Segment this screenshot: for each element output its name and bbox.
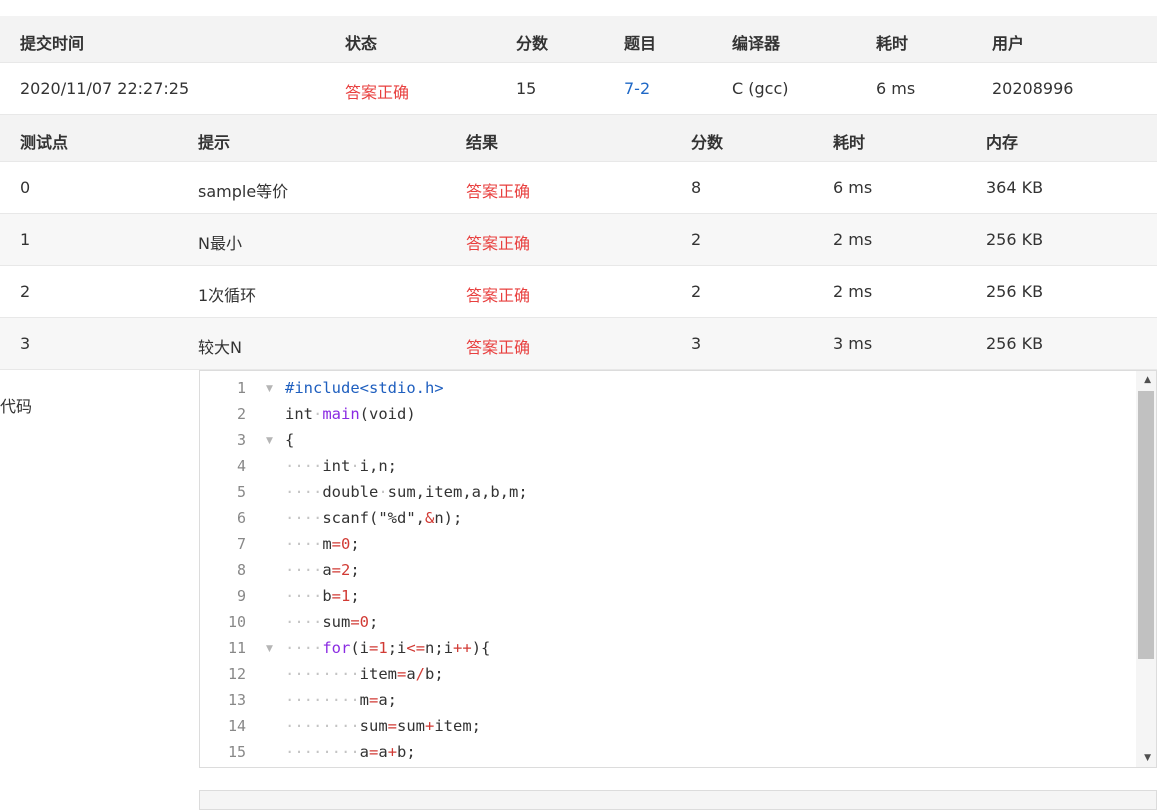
submission-header-row: 提交时间 状态 分数 题目 编译器 耗时 用户 xyxy=(0,16,1157,63)
header-problem: 题目 xyxy=(624,34,657,53)
status-badge: 答案正确 xyxy=(345,83,410,102)
code-line[interactable]: ····double·sum,item,a,b,m; xyxy=(285,483,528,501)
user-id: 20208996 xyxy=(992,79,1074,98)
header-user: 用户 xyxy=(992,34,1025,53)
submission-row: 2020/11/07 22:27:25 答案正确 15 7-2 C (gcc) … xyxy=(0,63,1157,115)
testcase-hint: 1次循环 xyxy=(198,286,257,305)
table-row: 3 较大N 答案正确 3 3 ms 256 KB xyxy=(0,318,1157,370)
line-number: 6 xyxy=(236,509,246,527)
testcase-score: 8 xyxy=(691,178,702,197)
testcase-memory: 256 KB xyxy=(986,334,1044,353)
table-row: 2 1次循环 答案正确 2 2 ms 256 KB xyxy=(0,266,1157,318)
header-memory: 内存 xyxy=(986,133,1019,152)
header-compiler: 编译器 xyxy=(732,34,781,53)
testcase-result: 答案正确 xyxy=(466,182,531,201)
code-line[interactable]: ········a=a+b; xyxy=(285,743,416,761)
testcase-header-row: 测试点 提示 结果 分数 耗时 内存 xyxy=(0,115,1157,162)
line-number: 9 xyxy=(236,587,246,605)
vertical-scrollbar[interactable]: ▲ ▼ xyxy=(1136,371,1156,767)
scroll-down-icon[interactable]: ▼ xyxy=(1144,753,1151,763)
fold-toggle-icon[interactable]: ▼ xyxy=(266,644,273,654)
problem-link[interactable]: 7-2 xyxy=(624,79,650,98)
testcase-memory: 364 KB xyxy=(986,178,1044,197)
line-number: 10 xyxy=(227,613,246,631)
testcase-memory: 256 KB xyxy=(986,282,1044,301)
header-status: 状态 xyxy=(345,34,378,53)
testcase-hint: 较大N xyxy=(198,338,242,357)
fold-toggle-icon[interactable]: ▼ xyxy=(266,436,273,446)
table-row: 0 sample等价 答案正确 8 6 ms 364 KB xyxy=(0,162,1157,214)
code-line[interactable]: ····for(i=1;i<=n;i++){ xyxy=(285,639,490,657)
header-result: 结果 xyxy=(466,133,499,152)
line-number: 1 xyxy=(236,379,246,397)
code-line[interactable]: #include<stdio.h> xyxy=(285,379,444,397)
scrollbar-thumb[interactable] xyxy=(1138,391,1154,659)
line-number: 15 xyxy=(227,743,246,761)
testcase-memory: 256 KB xyxy=(986,230,1044,249)
submission-score: 15 xyxy=(516,79,537,98)
testcase-table: 测试点 提示 结果 分数 耗时 内存 0 sample等价 答案正确 8 6 m… xyxy=(0,115,1157,370)
testcase-result: 答案正确 xyxy=(466,338,531,357)
testcase-result: 答案正确 xyxy=(466,234,531,253)
submission-table: 提交时间 状态 分数 题目 编译器 耗时 用户 2020/11/07 22:27… xyxy=(0,16,1157,115)
testcase-time: 6 ms xyxy=(833,178,873,197)
scroll-up-icon[interactable]: ▲ xyxy=(1144,375,1151,385)
code-line[interactable]: ········m=a; xyxy=(285,691,397,709)
table-row: 1 N最小 答案正确 2 2 ms 256 KB xyxy=(0,214,1157,266)
line-number: 8 xyxy=(236,561,246,579)
code-line[interactable]: ····int·i,n; xyxy=(285,457,397,475)
line-number: 4 xyxy=(236,457,246,475)
testcase-time: 3 ms xyxy=(833,334,873,353)
code-label: 代码 xyxy=(0,397,33,416)
header-testcase: 测试点 xyxy=(20,133,69,152)
testcase-id: 2 xyxy=(20,282,31,301)
submit-time: 2020/11/07 22:27:25 xyxy=(20,79,190,98)
fold-toggle-icon[interactable]: ▼ xyxy=(266,384,273,394)
line-number-gutter: 1 ▼ 2 3 ▼ 4 5 6 7 8 9 10 11 ▼ 12 13 14 15 xyxy=(200,371,280,767)
testcase-score: 2 xyxy=(691,282,702,301)
testcase-result: 答案正确 xyxy=(466,286,531,305)
header-tc-time: 耗时 xyxy=(833,133,866,152)
header-elapsed: 耗时 xyxy=(876,34,909,53)
elapsed-time: 6 ms xyxy=(876,79,916,98)
line-number: 14 xyxy=(227,717,246,735)
code-line[interactable]: ····b=1; xyxy=(285,587,360,605)
testcase-id: 1 xyxy=(20,230,31,249)
testcase-id: 0 xyxy=(20,178,31,197)
testcase-time: 2 ms xyxy=(833,282,873,301)
code-line[interactable]: ········item=a/b; xyxy=(285,665,444,683)
code-line[interactable]: { xyxy=(285,431,294,449)
line-number: 13 xyxy=(227,691,246,709)
line-number: 3 xyxy=(236,431,246,449)
code-editor[interactable]: 1 ▼ 2 3 ▼ 4 5 6 7 8 9 10 11 ▼ 12 13 14 15 #include<stdio.… xyxy=(199,370,1157,768)
testcase-score: 3 xyxy=(691,334,702,353)
compiler: C (gcc) xyxy=(732,79,789,98)
header-submit-time: 提交时间 xyxy=(20,34,85,53)
testcase-time: 2 ms xyxy=(833,230,873,249)
header-hint: 提示 xyxy=(198,133,231,152)
code-line[interactable]: ········sum=sum+item; xyxy=(285,717,481,735)
testcase-hint: N最小 xyxy=(198,234,242,253)
testcase-score: 2 xyxy=(691,230,702,249)
testcase-id: 3 xyxy=(20,334,31,353)
header-tc-score: 分数 xyxy=(691,133,724,152)
code-line[interactable]: int·main(void) xyxy=(285,405,416,423)
line-number: 11 xyxy=(227,639,246,657)
code-line[interactable]: ····a=2; xyxy=(285,561,360,579)
line-number: 12 xyxy=(227,665,246,683)
line-number: 2 xyxy=(236,405,246,423)
header-score: 分数 xyxy=(516,34,549,53)
code-line[interactable]: ····m=0; xyxy=(285,535,360,553)
line-number: 7 xyxy=(236,535,246,553)
bottom-panel xyxy=(199,790,1157,810)
line-number: 5 xyxy=(236,483,246,501)
code-line[interactable]: ····sum=0; xyxy=(285,613,378,631)
testcase-hint: sample等价 xyxy=(198,182,289,201)
code-line[interactable]: ····scanf("%d",&n); xyxy=(285,509,462,527)
